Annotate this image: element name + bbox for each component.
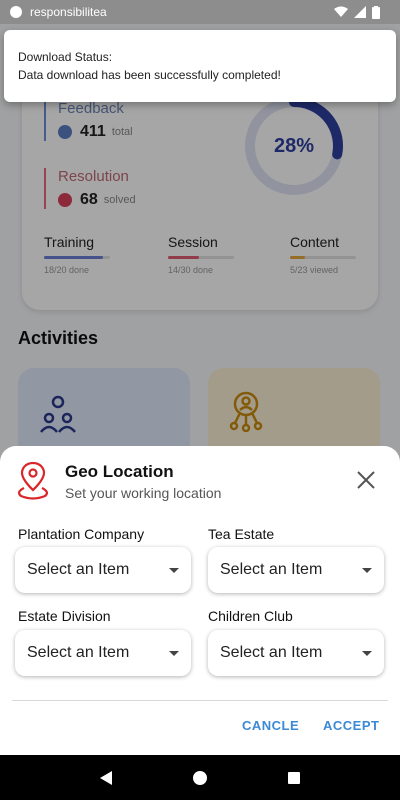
select-value: Select an Item [27,561,130,578]
children-club-label: Children Club [208,608,293,624]
status-bar: responsibilitea [0,0,400,24]
status-app-name: responsibilitea [30,5,107,19]
notification-title: Download Status: [18,50,113,64]
recent-apps-icon[interactable] [287,771,300,784]
app-status-icon [10,6,22,18]
navigation-bar [0,755,400,800]
tea-estate-label: Tea Estate [208,526,275,542]
children-club-select[interactable]: Select an Item [208,630,384,676]
dropdown-arrow-icon [169,650,179,656]
location-pin-icon [17,461,49,500]
close-button[interactable] [352,466,380,494]
status-icons [334,5,390,19]
wifi-icon [334,6,348,17]
tea-estate-select[interactable]: Select an Item [208,547,384,593]
dropdown-arrow-icon [362,650,372,656]
cancel-button[interactable]: CANCLE [242,718,299,733]
sheet-subtitle: Set your working location [65,485,222,501]
dropdown-arrow-icon [362,567,372,573]
plantation-company-label: Plantation Company [18,526,145,542]
accept-button[interactable]: ACCEPT [323,718,379,733]
sheet-divider [12,700,388,701]
close-icon [357,471,375,489]
back-icon[interactable] [100,770,113,785]
download-status-notification[interactable]: Download Status: Data download has been … [4,30,396,102]
notification-message: Data download has been successfully comp… [18,68,281,82]
battery-icon [372,5,380,19]
select-value: Select an Item [220,644,323,661]
sheet-heading: Geo Location Set your working location [65,460,221,501]
geo-location-sheet: Geo Location Set your working location P… [0,446,400,755]
dropdown-arrow-icon [169,567,179,573]
sheet-title: Geo Location [65,462,174,481]
estate-division-label: Estate Division [18,608,111,624]
estate-division-select[interactable]: Select an Item [15,630,191,676]
select-value: Select an Item [220,561,323,578]
home-icon[interactable] [192,770,207,785]
sheet-header: Geo Location Set your working location [14,460,221,501]
signal-icon [354,6,366,18]
select-value: Select an Item [27,644,130,661]
plantation-company-select[interactable]: Select an Item [15,547,191,593]
